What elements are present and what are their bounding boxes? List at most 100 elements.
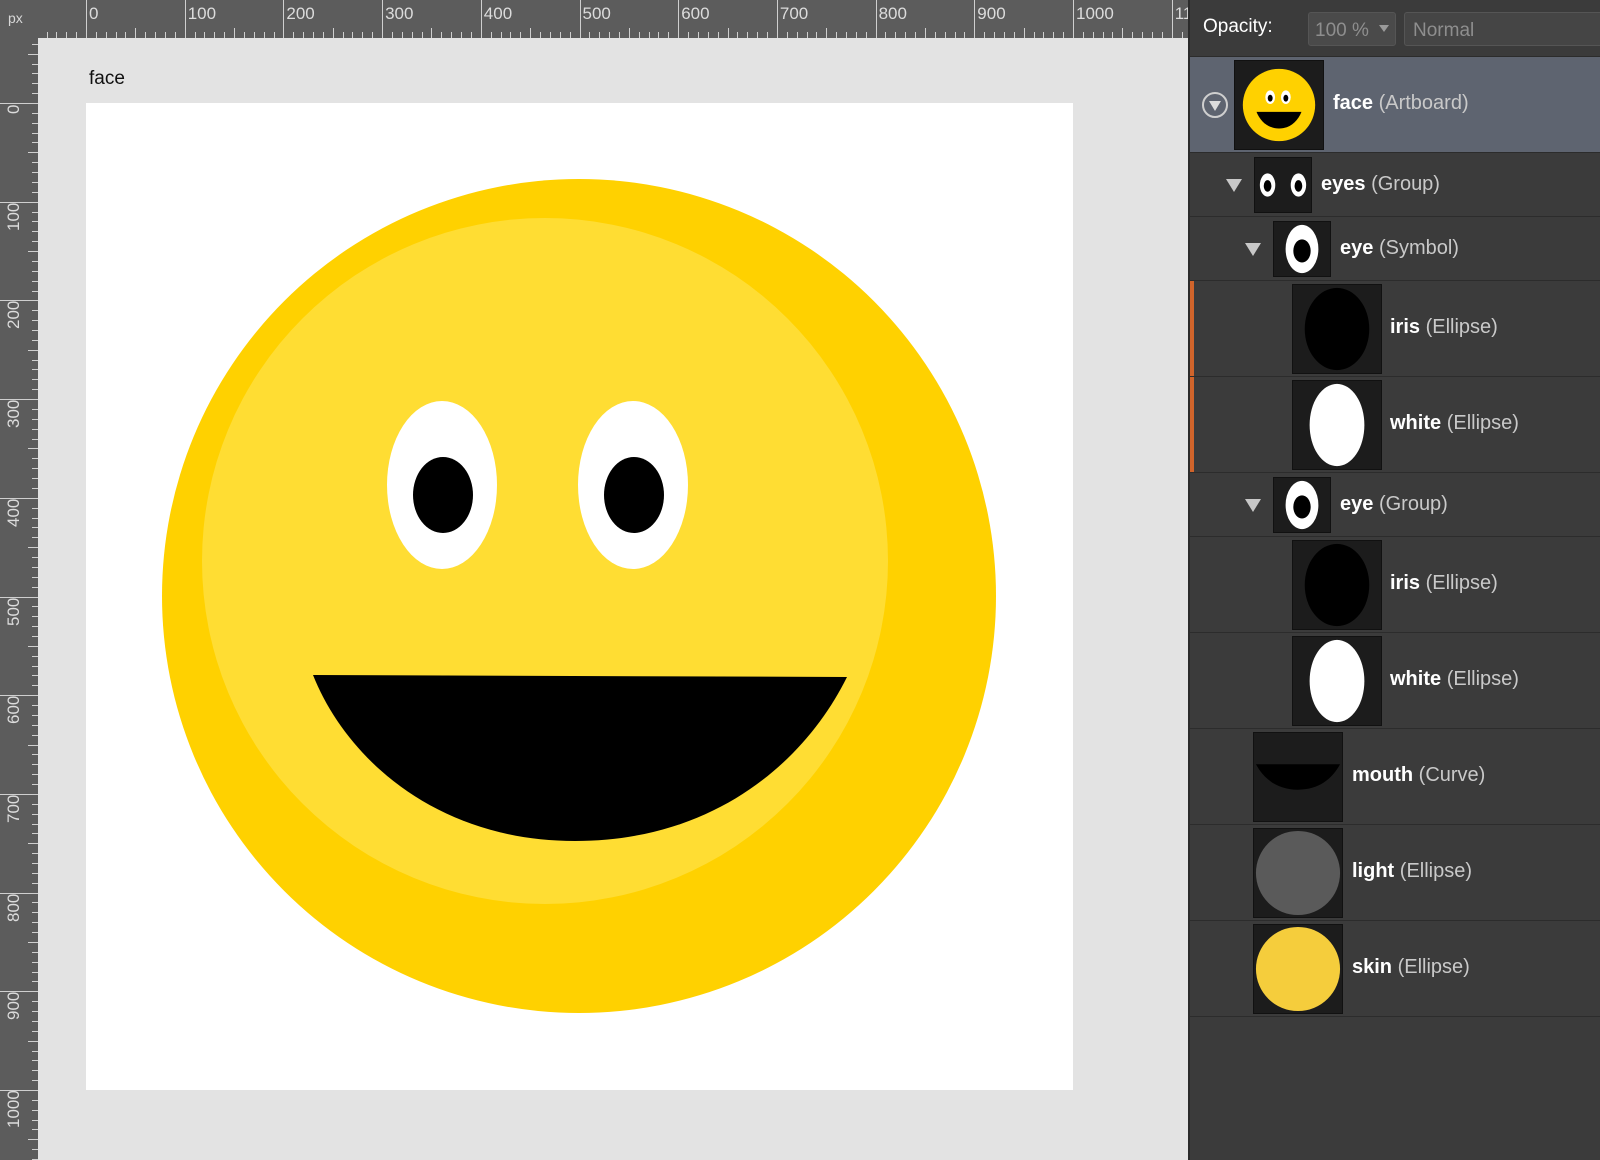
symbol-accent-bar <box>1190 281 1194 376</box>
blend-mode-value: Normal <box>1413 20 1475 41</box>
blend-mode-dropdown[interactable]: Normal <box>1404 12 1600 46</box>
layer-row-face[interactable]: face (Artboard) <box>1190 57 1600 153</box>
ruler-tick-label: 1100 <box>1174 4 1188 23</box>
ruler-tick <box>974 0 976 38</box>
ruler-tick <box>135 28 137 38</box>
layer-row-eyes[interactable]: eyes (Group) <box>1190 153 1600 217</box>
ruler-tick-label: 600 <box>4 695 23 725</box>
expand-triangle-icon[interactable] <box>1245 243 1261 256</box>
expand-triangle-icon[interactable] <box>1226 179 1242 192</box>
ruler-tick <box>382 0 384 38</box>
ruler-tick <box>678 0 680 38</box>
expand-triangle-icon[interactable] <box>1245 499 1261 512</box>
ruler-tick <box>28 547 38 549</box>
ruler-tick-label: 800 <box>4 893 23 922</box>
ruler-tick-label: 700 <box>4 794 23 823</box>
horizontal-ruler[interactable]: 0 100 200 300 400 500 600 700 800 900 1000 1100 <box>38 0 1188 38</box>
ruler-tick <box>1023 28 1025 38</box>
ruler-tick <box>28 843 38 845</box>
layer-label: white (Ellipse) <box>1390 668 1519 690</box>
ruler-tick-label: 500 <box>582 4 611 23</box>
ruler-tick-label: 300 <box>385 4 414 23</box>
layer-label: eyes (Group) <box>1321 173 1440 195</box>
layer-row-iris-1[interactable]: iris (Ellipse) <box>1190 281 1600 377</box>
layer-row-mouth[interactable]: mouth (Curve) <box>1190 729 1600 825</box>
ruler-tick <box>28 53 38 55</box>
iris-thumbnail-icon <box>1292 284 1382 374</box>
ruler-tick-label: 700 <box>779 4 809 23</box>
ruler-tick <box>28 448 38 450</box>
ruler-tick-label: 1000 <box>4 1090 23 1128</box>
ruler-tick-label: 600 <box>681 4 710 23</box>
ruler-tick <box>28 1040 38 1042</box>
layer-label: iris (Ellipse) <box>1390 316 1498 338</box>
ruler-tick-label: 0 <box>89 4 99 23</box>
ruler-tick <box>283 0 285 38</box>
vertical-ruler[interactable]: 0 100 200 300 400 500 600 700 800 900 1000 <box>0 38 38 1160</box>
layer-label: eye (Symbol) <box>1340 237 1459 259</box>
ruler-tick-label: 500 <box>4 597 23 626</box>
layer-row-eye-group[interactable]: eye (Group) <box>1190 473 1600 537</box>
opacity-label: Opacity: <box>1203 16 1273 37</box>
ruler-tick-label: 300 <box>4 399 23 429</box>
ruler-tick <box>579 0 581 38</box>
layer-row-light[interactable]: light (Ellipse) <box>1190 825 1600 921</box>
ruler-tick <box>28 645 38 647</box>
ruler-tick <box>28 152 38 154</box>
ruler-tick <box>28 744 38 746</box>
artwork-svg <box>162 179 996 1013</box>
layer-row-white-2[interactable]: white (Ellipse) <box>1190 633 1600 729</box>
ruler-tick <box>1171 0 1173 38</box>
artboard-face[interactable] <box>86 103 1073 1090</box>
iris-left[interactable] <box>413 457 473 533</box>
ruler-tick <box>28 941 38 943</box>
artboard-title[interactable]: face <box>89 68 125 90</box>
ruler-tick <box>776 0 778 38</box>
ruler-tick-label: 400 <box>4 498 23 527</box>
white-ellipse-thumbnail-icon <box>1292 636 1382 726</box>
iris-right[interactable] <box>604 457 664 533</box>
layer-label: skin (Ellipse) <box>1352 956 1470 978</box>
ruler-tick-label: 200 <box>286 4 315 23</box>
ruler-tick-label: 800 <box>878 4 907 23</box>
symbol-accent-bar <box>1190 377 1194 472</box>
ruler-tick-label: 100 <box>4 202 23 231</box>
expand-toggle-icon[interactable] <box>1202 92 1228 118</box>
ruler-tick <box>28 251 38 253</box>
eye-thumbnail-icon <box>1273 221 1331 277</box>
ruler-tick <box>332 28 334 38</box>
layer-row-iris-2[interactable]: iris (Ellipse) <box>1190 537 1600 633</box>
ruler-tick <box>875 0 877 38</box>
layer-label: light (Ellipse) <box>1352 860 1473 882</box>
ruler-tick-label: 200 <box>4 301 23 330</box>
layer-row-eye-symbol[interactable]: eye (Symbol) <box>1190 217 1600 281</box>
ruler-tick <box>1073 0 1074 38</box>
ruler-tick <box>431 28 433 38</box>
ruler-unit-corner: px <box>0 0 38 38</box>
ruler-unit-label: px <box>8 10 23 26</box>
ruler-tick-label: 400 <box>483 4 513 23</box>
white-ellipse-thumbnail-icon <box>1292 380 1382 470</box>
ruler-tick <box>530 28 532 38</box>
layer-label: iris (Ellipse) <box>1390 572 1498 594</box>
iris-thumbnail-icon <box>1292 540 1382 630</box>
ruler-tick <box>234 28 236 38</box>
layer-label: eye (Group) <box>1340 493 1448 515</box>
face-thumbnail-icon <box>1234 60 1324 150</box>
opacity-value: 100 % <box>1315 20 1369 41</box>
document-canvas[interactable]: face <box>38 38 1188 1160</box>
layer-label: mouth (Curve) <box>1352 764 1486 786</box>
opacity-dropdown[interactable]: 100 % <box>1308 12 1396 46</box>
layers-toolbar: Opacity: 100 % Normal <box>1190 0 1600 57</box>
ruler-tick <box>480 0 482 38</box>
ruler-tick <box>28 1139 38 1141</box>
ruler-tick-label: 900 <box>977 4 1006 23</box>
chevron-down-icon <box>1379 25 1389 32</box>
layer-row-white-1[interactable]: white (Ellipse) <box>1190 377 1600 473</box>
layer-label: face (Artboard) <box>1333 92 1469 114</box>
ruler-tick-label: 1000 <box>1076 4 1114 23</box>
ruler-tick <box>28 349 38 351</box>
layer-row-skin[interactable]: skin (Ellipse) <box>1190 921 1600 1017</box>
layers-panel: Opacity: 100 % Normal face (Artboard) ey… <box>1188 0 1600 1160</box>
ruler-tick-label: 900 <box>4 991 23 1021</box>
